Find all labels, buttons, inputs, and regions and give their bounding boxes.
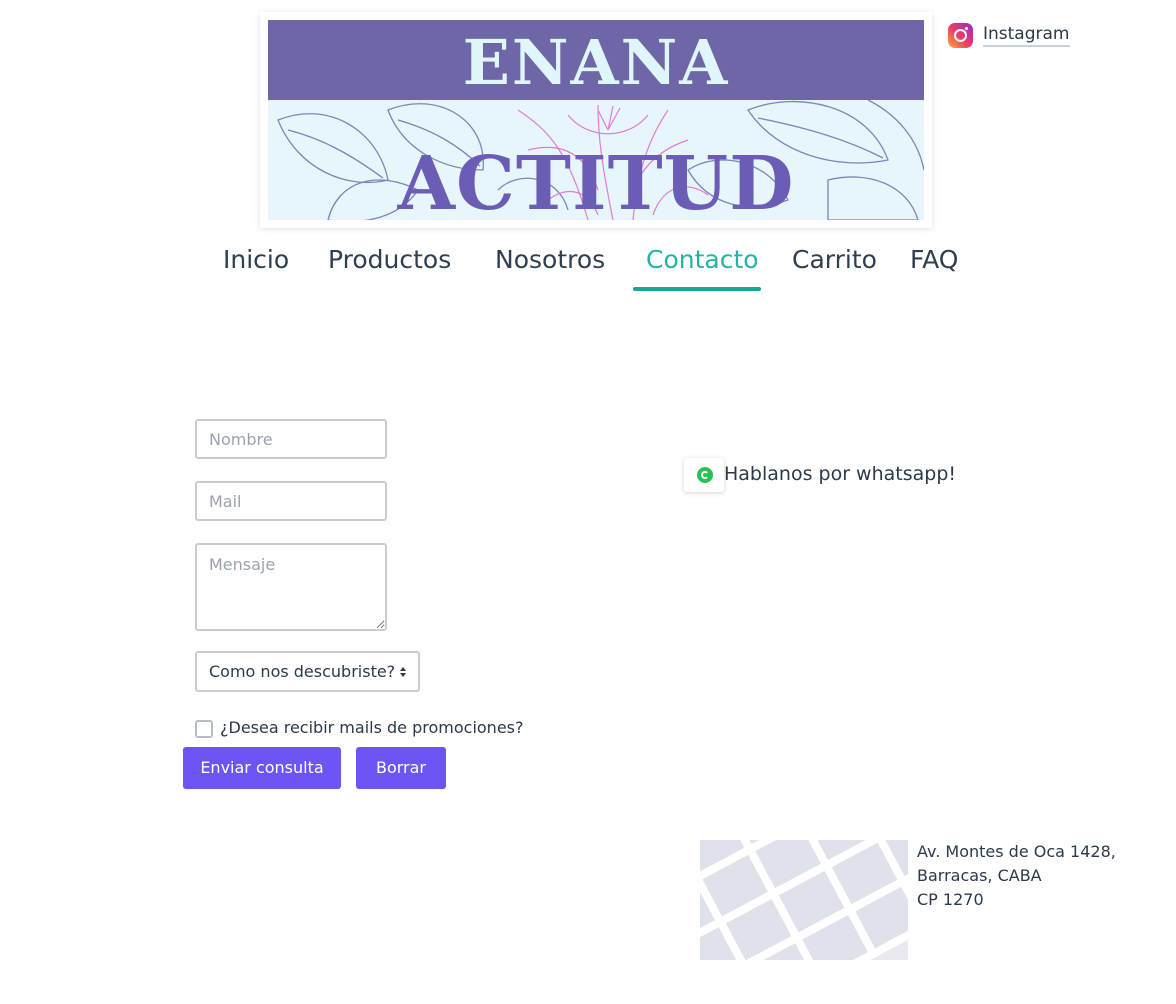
banner-title-top: ENANA bbox=[462, 26, 730, 99]
select-arrows-icon bbox=[400, 666, 406, 677]
address-block: Av. Montes de Oca 1428, Barracas, CABA C… bbox=[917, 840, 1116, 912]
reset-button[interactable]: Borrar bbox=[356, 747, 446, 789]
nav-carrito[interactable]: Carrito bbox=[792, 240, 877, 280]
nav-nosotros[interactable]: Nosotros bbox=[495, 240, 605, 280]
instagram-label: Instagram bbox=[983, 24, 1070, 47]
nav-faq[interactable]: FAQ bbox=[910, 240, 958, 280]
whatsapp-icon bbox=[697, 467, 713, 483]
select-value: Como nos descubriste? bbox=[209, 662, 396, 681]
address-line-1: Av. Montes de Oca 1428, bbox=[917, 842, 1116, 861]
map-streets bbox=[700, 840, 908, 960]
address-line-3: CP 1270 bbox=[917, 890, 984, 909]
promo-checkbox[interactable] bbox=[195, 720, 213, 738]
nav-productos[interactable]: Productos bbox=[328, 240, 451, 280]
message-textarea[interactable] bbox=[195, 543, 387, 631]
submit-button[interactable]: Enviar consulta bbox=[183, 747, 341, 789]
location-map[interactable] bbox=[700, 840, 908, 960]
nav-inicio[interactable]: Inicio bbox=[223, 240, 289, 280]
mail-input[interactable] bbox=[195, 481, 387, 521]
instagram-link[interactable]: Instagram bbox=[948, 22, 1070, 48]
address-line-2: Barracas, CABA bbox=[917, 866, 1042, 885]
nav-active-indicator bbox=[633, 287, 761, 291]
instagram-icon bbox=[948, 22, 973, 48]
nav-contacto[interactable]: Contacto bbox=[646, 240, 759, 280]
promo-checkbox-label[interactable]: ¿Desea recibir mails de promociones? bbox=[220, 716, 523, 740]
whatsapp-link[interactable]: Hablanos por whatsapp! bbox=[724, 461, 956, 487]
discovery-source-select[interactable]: Como nos descubriste? bbox=[195, 651, 420, 692]
banner-title-bottom: ACTITUD bbox=[397, 141, 795, 220]
name-input[interactable] bbox=[195, 419, 387, 459]
banner-image: ENANA ACTITUD bbox=[268, 20, 924, 220]
